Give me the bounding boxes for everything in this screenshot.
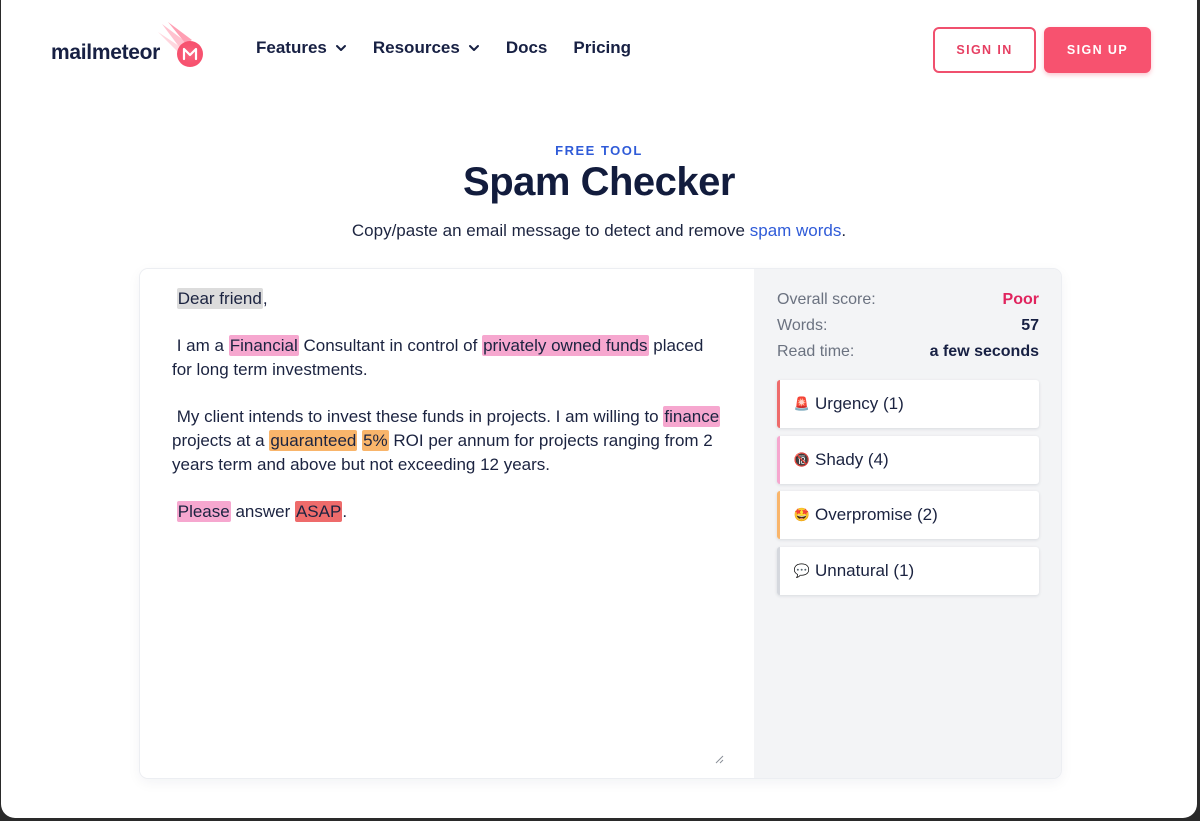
- text: ,: [262, 289, 268, 308]
- nav-docs[interactable]: Docs: [506, 38, 548, 58]
- highlight-overpromise[interactable]: guaranteed: [269, 430, 358, 451]
- speech-bubble-icon: 💬: [793, 562, 811, 578]
- nav-resources-label: Resources: [372, 38, 460, 57]
- chevron-down-icon: [335, 45, 346, 51]
- text: projects at a: [172, 431, 270, 450]
- subtitle-tail: .: [841, 221, 847, 240]
- text: I am a: [176, 336, 229, 355]
- nav-resources[interactable]: Resources: [373, 38, 480, 58]
- category-list: 🚨 Urgency (1) 🔞 Shady (4) 🤩 Overpromise …: [777, 380, 1039, 595]
- category-label: Unnatural (1): [815, 560, 915, 580]
- category-label: Shady (4): [815, 449, 889, 469]
- category-label: Overpromise (2): [815, 505, 938, 524]
- highlight-shady[interactable]: Please: [176, 501, 231, 522]
- chevron-down-icon: [468, 45, 479, 51]
- nav-docs-label: Docs: [505, 38, 548, 57]
- page-subtitle: Copy/paste an email message to detect an…: [1, 221, 1197, 241]
- highlight-urgency[interactable]: ASAP: [294, 501, 343, 522]
- sign-up-button[interactable]: SIGN UP: [1044, 27, 1151, 73]
- text: .: [342, 502, 348, 521]
- text: My client intends to invest these funds …: [176, 407, 664, 426]
- nav-features[interactable]: Features: [256, 38, 347, 58]
- logo[interactable]: mailmeteor: [51, 22, 208, 74]
- read-time-label: Read time:: [777, 343, 855, 360]
- resize-handle-icon[interactable]: [714, 754, 724, 764]
- top-nav: mailmeteor Features Resources Docs Prici…: [1, 0, 1197, 100]
- meteor-icon: [156, 22, 208, 74]
- results-panel: Overall score: Poor Words: 57 Read time:…: [754, 269, 1061, 778]
- email-paragraph-1: I am a Financial Consultant in control o…: [172, 334, 722, 382]
- spam-checker-card: Dear friend, I am a Financial Consultant…: [140, 269, 1061, 778]
- logo-text: mailmeteor: [51, 41, 161, 64]
- text: answer: [230, 502, 295, 521]
- highlight-shady[interactable]: finance: [663, 406, 721, 427]
- star-struck-icon: 🤩: [793, 507, 811, 522]
- nav-features-label: Features: [256, 38, 327, 57]
- email-paragraph-2: My client intends to invest these funds …: [172, 405, 722, 477]
- email-greeting: Dear friend,: [172, 287, 722, 311]
- highlight-shady[interactable]: Financial: [228, 335, 299, 356]
- words-label: Words:: [777, 317, 828, 334]
- category-shady[interactable]: 🔞 Shady (4): [777, 435, 1039, 484]
- nav-links: Features Resources Docs Pricing: [256, 38, 631, 58]
- nav-pricing-label: Pricing: [573, 38, 632, 57]
- email-paragraph-3: Please answer ASAP.: [172, 500, 722, 524]
- overall-score-row: Overall score: Poor: [777, 287, 1039, 313]
- category-label: Urgency (1): [815, 394, 904, 413]
- category-overpromise[interactable]: 🤩 Overpromise (2): [777, 491, 1039, 539]
- words-value: 57: [1021, 317, 1039, 334]
- spam-words-link[interactable]: spam words: [750, 221, 842, 240]
- sign-in-button[interactable]: SIGN IN: [933, 27, 1036, 73]
- category-urgency[interactable]: 🚨 Urgency (1): [777, 380, 1039, 428]
- highlight-overpromise[interactable]: 5%: [362, 430, 389, 451]
- read-time-row: Read time: a few seconds: [777, 339, 1039, 365]
- overall-score-label: Overall score:: [777, 291, 876, 308]
- category-unnatural[interactable]: 💬 Unnatural (1): [777, 546, 1039, 595]
- subtitle-text: Copy/paste an email message to detect an…: [351, 221, 750, 240]
- nav-pricing[interactable]: Pricing: [573, 38, 631, 58]
- words-row: Words: 57: [777, 313, 1039, 339]
- overall-score-value: Poor: [1002, 291, 1039, 308]
- text: Consultant in control of: [298, 336, 483, 355]
- highlight-unnatural[interactable]: Dear friend: [176, 288, 263, 309]
- siren-icon: 🚨: [793, 396, 811, 411]
- read-time-value: a few seconds: [929, 343, 1039, 360]
- highlight-shady[interactable]: privately owned funds: [482, 335, 649, 356]
- no-under-18-icon: 🔞: [793, 451, 811, 467]
- page-title: Spam Checker: [463, 160, 735, 204]
- email-editor[interactable]: Dear friend, I am a Financial Consultant…: [140, 269, 754, 778]
- page: mailmeteor Features Resources Docs Prici…: [1, 0, 1197, 818]
- eyebrow-label: FREE TOOL: [555, 143, 643, 158]
